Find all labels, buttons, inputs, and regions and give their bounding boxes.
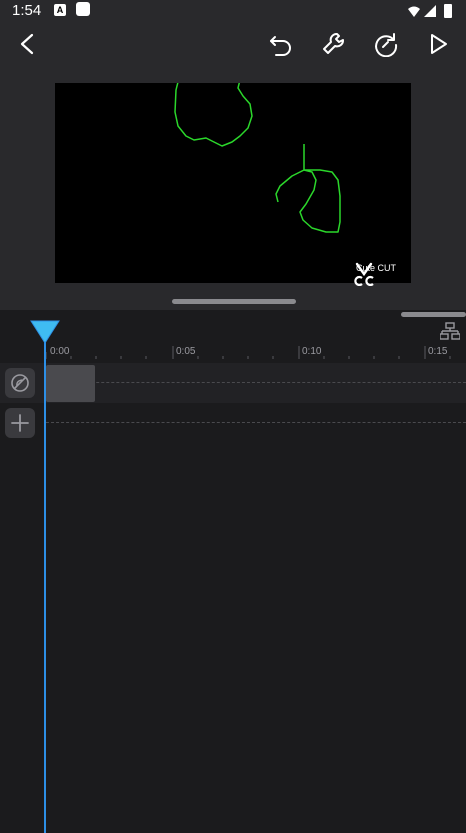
undo-button[interactable] — [265, 28, 297, 60]
wrench-icon — [323, 33, 344, 54]
timeline-scroll-handle[interactable] — [401, 312, 466, 317]
watermark: Cute CUT — [351, 262, 401, 286]
status-system-icons — [408, 4, 452, 18]
notification-square-icon — [76, 2, 90, 16]
playhead-handle[interactable] — [30, 320, 60, 344]
wifi-icon — [408, 6, 420, 17]
tick-label-0: 0:00 — [50, 346, 70, 357]
video-preview[interactable]: Cute CUT — [55, 83, 411, 286]
add-track-row — [0, 403, 466, 443]
back-button[interactable] — [12, 28, 44, 60]
drawn-stroke-left — [174, 83, 253, 147]
status-bar: 1:54 A — [0, 0, 466, 22]
battery-icon — [444, 4, 452, 18]
video-track-dash — [46, 382, 466, 383]
redo-button[interactable] — [370, 28, 402, 60]
drawn-stroke-right — [275, 144, 341, 233]
ruler-ticks — [45, 346, 451, 359]
status-time: 1:54 — [12, 2, 42, 19]
tools-button[interactable] — [318, 28, 350, 60]
video-clip[interactable] — [46, 365, 95, 402]
add-track-dash — [46, 422, 466, 423]
video-track-button[interactable] — [5, 368, 35, 398]
preview-resize-handle[interactable] — [172, 299, 296, 304]
play-icon — [431, 34, 447, 54]
tick-label-10: 0:10 — [302, 346, 322, 357]
playhead-line[interactable] — [44, 334, 46, 833]
notification-a-icon: A — [54, 4, 66, 16]
timeline-ruler[interactable]: 0:00 0:05 0:10 0:15 — [0, 318, 466, 360]
play-button[interactable] — [422, 28, 454, 60]
editor-top-area: 1:54 A Cute CUT — [0, 0, 466, 310]
clip-icon — [11, 374, 29, 392]
signal-icon — [424, 5, 436, 17]
scissors-icon — [354, 262, 374, 286]
plus-icon — [11, 414, 29, 432]
tick-label-15: 0:15 — [428, 346, 448, 357]
drawing-canvas — [174, 83, 341, 233]
redo-icon — [375, 33, 398, 57]
undo-icon — [270, 36, 291, 56]
chevron-left-icon — [20, 33, 34, 55]
add-track-button[interactable] — [5, 408, 35, 438]
track-layout-icon[interactable] — [440, 322, 460, 340]
tick-label-5: 0:05 — [176, 346, 196, 357]
